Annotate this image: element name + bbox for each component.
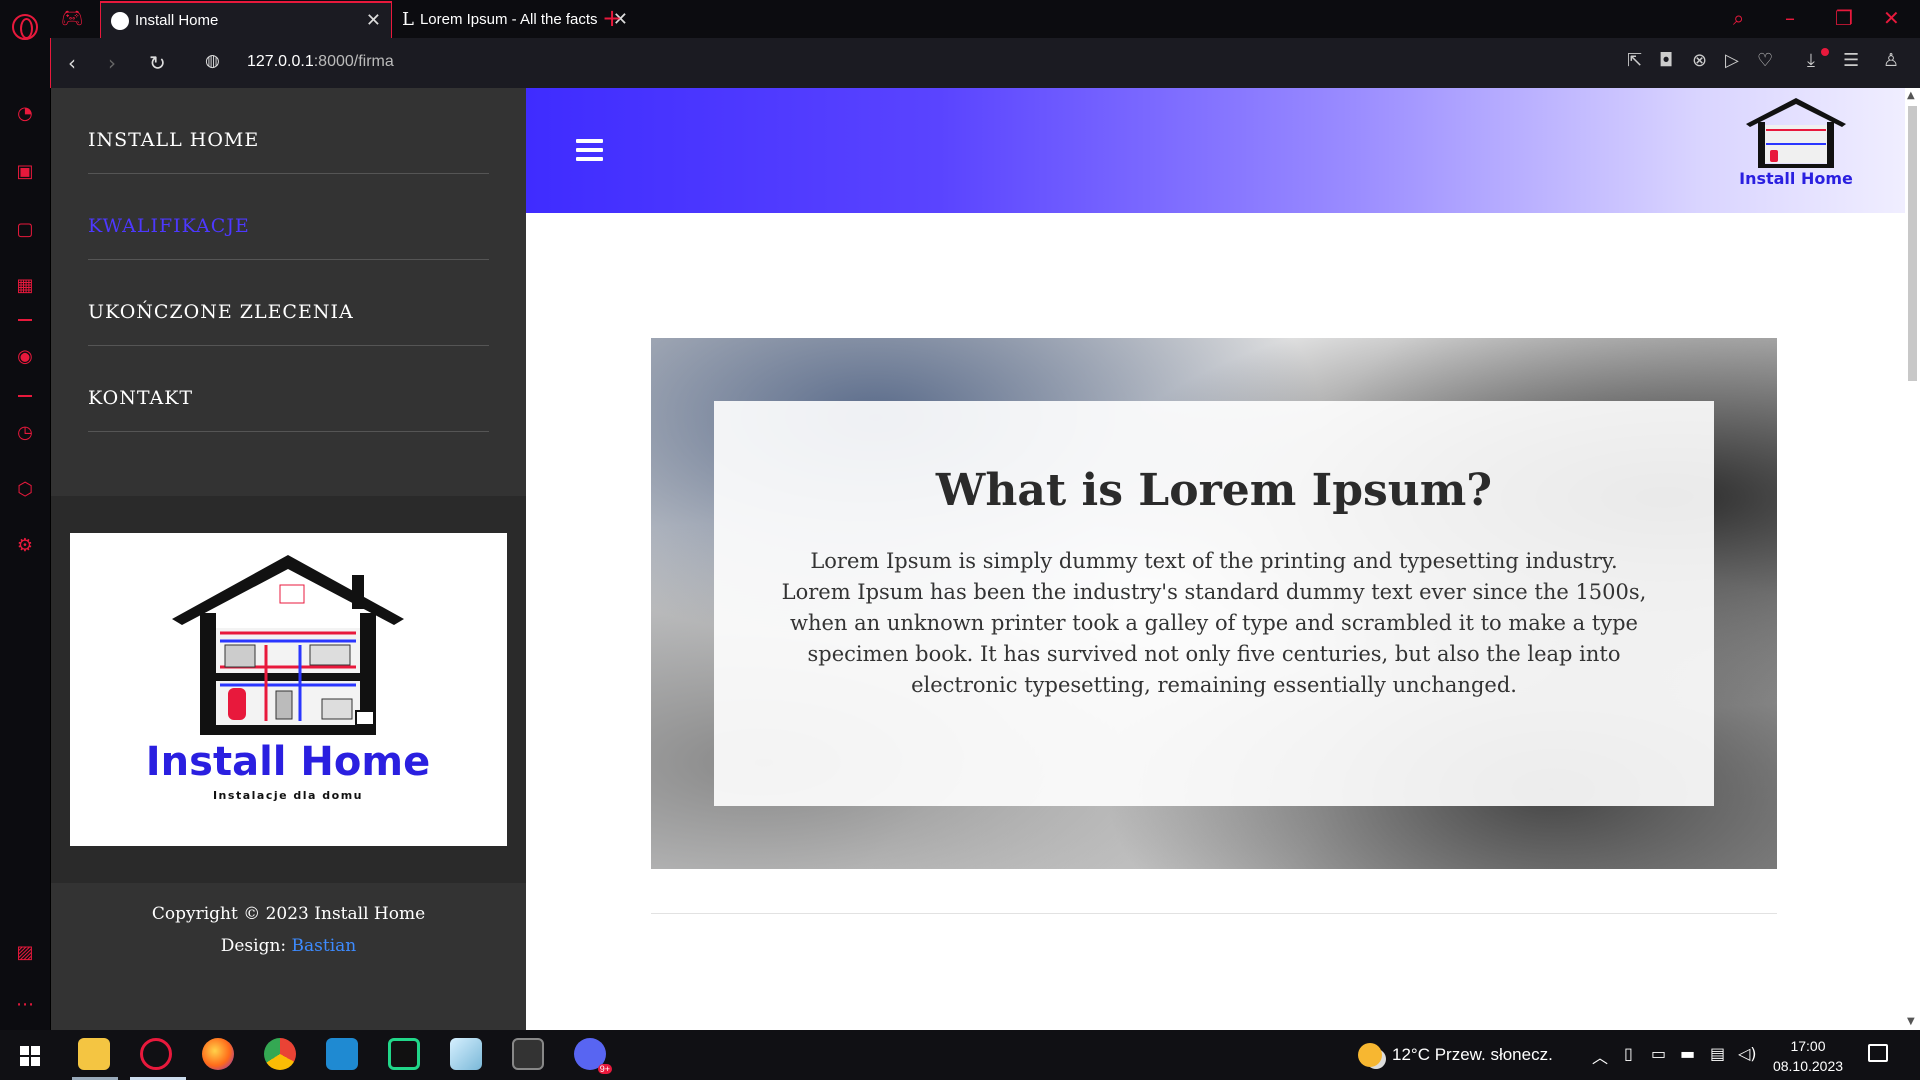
opera-logo-icon[interactable]	[12, 14, 38, 40]
gamepad-icon[interactable]: 🎮︎	[60, 7, 84, 31]
volume-icon[interactable]: ◁)	[1738, 1044, 1757, 1063]
close-tab-icon[interactable]: ✕	[366, 10, 381, 31]
site-sidebar: INSTALL HOME KWALIFIKACJE UKOŃCZONE ZLEC…	[51, 88, 526, 1030]
menu-item-install-home[interactable]: INSTALL HOME	[88, 88, 489, 174]
history-icon[interactable]: ◷	[13, 421, 37, 445]
designer-link[interactable]: Bastian	[292, 936, 357, 956]
vscode-icon[interactable]	[326, 1038, 358, 1070]
snapshot-camera-icon[interactable]: ◘	[1659, 50, 1673, 71]
sidebar-logo-section: Install Home Instalacje dla domu	[51, 496, 526, 883]
opera-taskbar-icon[interactable]	[140, 1038, 172, 1070]
logo-brand-text: Install Home	[146, 739, 430, 785]
hamburger-menu-icon[interactable]	[576, 139, 603, 161]
windows-start-icon[interactable]	[20, 1046, 40, 1066]
sidebar-divider	[18, 395, 32, 397]
briefcase-icon[interactable]: ▣	[13, 160, 37, 184]
globe-icon	[111, 11, 129, 30]
restore-icon[interactable]: ❐	[1835, 6, 1853, 30]
clock-time: 17:00	[1790, 1038, 1826, 1054]
house-logo-icon: Install Home Instalacje dla domu	[146, 555, 430, 802]
notification-icon[interactable]	[1868, 1044, 1888, 1062]
weather-widget[interactable]: 12°C Przew. słonecz.	[1358, 1043, 1553, 1067]
meet-icon[interactable]: ▯	[1624, 1044, 1633, 1063]
twitch-icon[interactable]: ▢	[13, 218, 37, 242]
scroll-down-icon[interactable]: ▼	[1907, 1016, 1915, 1027]
url-field[interactable]: 127.0.0.1:8000/firma	[247, 53, 394, 71]
taskbar: 9+ 12°C Przew. słonecz. ︿ ▯ ▭ ▬ ▤ ◁) 17:…	[0, 1030, 1920, 1080]
tab-strip: 🎮︎ Install Home ✕ L Lorem Ipsum - All th…	[50, 0, 1920, 38]
adblock-icon[interactable]: ⊗	[1692, 50, 1707, 71]
site-menu: INSTALL HOME KWALIFIKACJE UKOŃCZONE ZLEC…	[88, 88, 489, 432]
chat-app-icon[interactable]: 9+	[574, 1038, 612, 1074]
menu-item-kontakt[interactable]: KONTAKT	[88, 346, 489, 432]
close-window-icon[interactable]: ✕	[1883, 6, 1900, 30]
lorem-favicon-icon: L	[402, 9, 414, 30]
menu-item-ukonczone-zlecenia[interactable]: UKOŃCZONE ZLECENIA	[88, 260, 489, 346]
sidebar-footer: Copyright © 2023 Install Home Design: Ba…	[51, 898, 526, 962]
sidebar-divider	[18, 319, 32, 321]
new-tab-plus-icon[interactable]: +	[602, 4, 622, 32]
copyright-text: Copyright © 2023 Install Home	[151, 904, 426, 924]
speed-dial-icon[interactable]: ◔	[13, 102, 37, 126]
content-divider	[651, 913, 1777, 914]
clock[interactable]: 17:00 08.10.2023	[1760, 1036, 1856, 1076]
minimize-icon[interactable]: –	[1785, 6, 1795, 30]
send-icon[interactable]: ▷	[1725, 50, 1739, 71]
header-logo-text: Install Home	[1739, 169, 1853, 188]
address-bar: ‹ › ↻ ◍ 127.0.0.1:8000/firma ⇱ ◘ ⊗ ▷ ♡ ⤓…	[50, 38, 1920, 88]
profile-icon[interactable]: ♙	[1883, 50, 1899, 71]
display-icon[interactable]: ▭	[1651, 1044, 1666, 1063]
easy-setup-icon[interactable]: ☰	[1843, 50, 1859, 71]
banner-text: Lorem Ipsum is simply dummy text of the …	[781, 549, 1647, 697]
notepad-icon[interactable]	[450, 1038, 482, 1070]
more-dots-icon[interactable]: ⋯	[13, 993, 37, 1017]
chat-badge: 9+	[597, 1064, 612, 1074]
logo-tagline-text: Instalacje dla domu	[213, 789, 363, 802]
scroll-thumb[interactable]	[1908, 106, 1917, 381]
download-badge	[1821, 48, 1829, 56]
network-icon[interactable]: ▤	[1710, 1044, 1725, 1063]
site-header: Install Home	[526, 88, 1905, 213]
clock-date: 08.10.2023	[1772, 1058, 1844, 1074]
reload-icon[interactable]: ↻	[149, 51, 166, 75]
menu-item-kwalifikacje[interactable]: KWALIFIKACJE	[88, 174, 489, 260]
gallery-icon[interactable]: ▨	[13, 941, 37, 965]
forward-icon[interactable]: ›	[108, 51, 116, 75]
page-scrollbar[interactable]: ▲ ▼	[1905, 88, 1920, 1030]
terminal-icon[interactable]	[512, 1038, 544, 1070]
back-icon[interactable]: ‹	[68, 51, 76, 75]
banner-title: What is Lorem Ipsum?	[935, 465, 1493, 516]
install-home-logo: Install Home Instalacje dla domu	[70, 533, 507, 846]
weather-text: 12°C Przew. słonecz.	[1392, 1045, 1553, 1064]
search-tabs-icon[interactable]: ⌕	[1733, 6, 1744, 30]
chip-icon[interactable]: ▦	[13, 274, 37, 298]
site-info-globe-icon[interactable]: ◍	[205, 51, 220, 71]
tab-install-home[interactable]: Install Home ✕	[100, 1, 392, 38]
firefox-icon[interactable]	[202, 1038, 234, 1070]
browser-sidebar: ◔ ▣ ▢ ▦ ◉ ◷ ⬡ ⚙ ▨ ⋯	[0, 0, 50, 1030]
battery-icon[interactable]: ▬	[1680, 1044, 1695, 1063]
settings-gear-icon[interactable]: ⚙	[13, 534, 37, 558]
file-explorer-icon[interactable]	[78, 1038, 110, 1070]
tray-chevron-icon[interactable]: ︿	[1592, 1044, 1608, 1068]
chrome-icon[interactable]	[264, 1038, 296, 1070]
scroll-up-icon[interactable]: ▲	[1907, 90, 1915, 101]
pycharm-icon[interactable]	[388, 1038, 420, 1070]
header-logo-icon[interactable]: Install Home	[1736, 92, 1856, 192]
banner-card: What is Lorem Ipsum? Lorem Ipsum is simp…	[714, 401, 1714, 806]
player-icon[interactable]: ◉	[13, 345, 37, 369]
extensions-cube-icon[interactable]: ⬡	[13, 478, 37, 502]
hero-banner: What is Lorem Ipsum? Lorem Ipsum is simp…	[651, 338, 1777, 869]
heart-icon[interactable]: ♡	[1757, 50, 1773, 71]
share-icon[interactable]: ⇱	[1627, 50, 1642, 71]
tab-title: Lorem Ipsum - All the facts	[419, 11, 598, 28]
sun-cloud-icon	[1358, 1043, 1382, 1067]
web-page: INSTALL HOME KWALIFIKACJE UKOŃCZONE ZLEC…	[51, 88, 1905, 1030]
tab-title: Install Home	[135, 12, 219, 29]
download-icon[interactable]: ⤓	[1807, 50, 1815, 71]
design-credit: Design: Bastian	[220, 936, 357, 956]
